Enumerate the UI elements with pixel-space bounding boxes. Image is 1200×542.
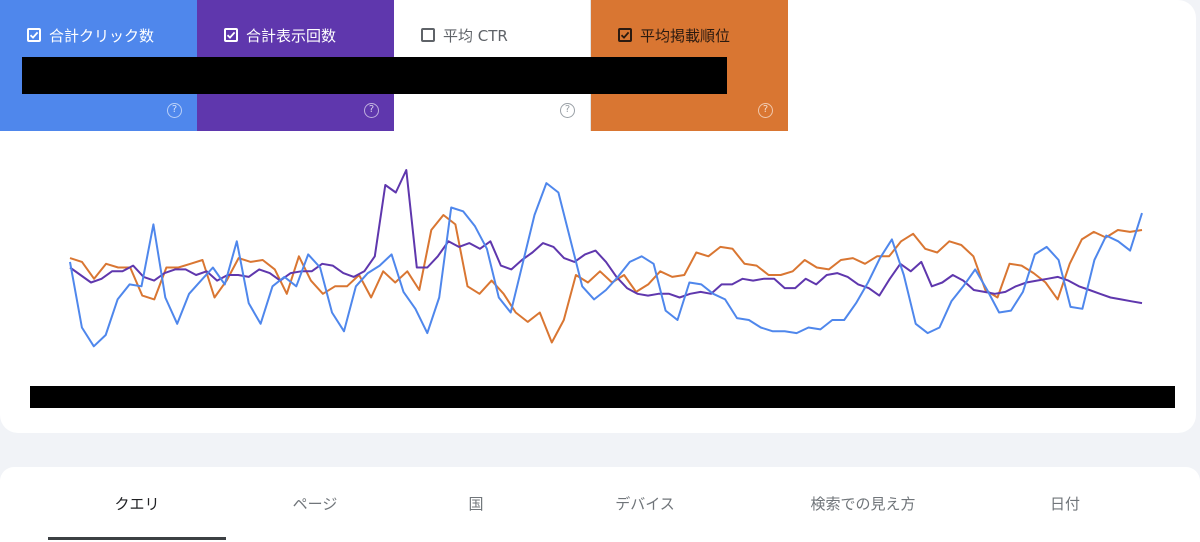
tab-country[interactable]: 国 bbox=[387, 467, 565, 539]
dimension-tabs: クエリ ページ 国 デバイス 検索での見え方 日付 bbox=[0, 467, 1200, 542]
redaction-bar bbox=[30, 386, 1175, 408]
series-line-0 bbox=[69, 182, 1143, 348]
performance-trend-chart bbox=[69, 169, 1143, 348]
tab-search-appearance[interactable]: 検索での見え方 bbox=[774, 467, 952, 539]
tab-page[interactable]: ページ bbox=[226, 467, 404, 539]
performance-card: 合計クリック数 ? 合計表示回数 ? 平均 CTR ? 平均掲載順位 ? bbox=[0, 0, 1196, 433]
tab-date[interactable]: 日付 bbox=[976, 467, 1154, 539]
tab-query[interactable]: クエリ bbox=[48, 467, 226, 540]
tab-device[interactable]: デバイス bbox=[556, 467, 734, 539]
series-line-1 bbox=[69, 169, 1143, 305]
